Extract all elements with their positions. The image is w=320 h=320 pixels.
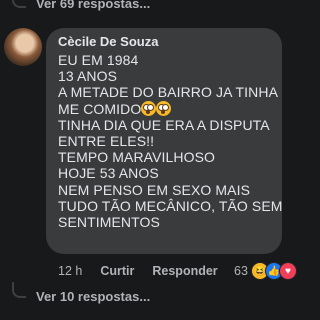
flushed-face-icon bbox=[156, 100, 172, 116]
comment-line: TEMPO MARAVILHOSO bbox=[58, 149, 216, 166]
reply-button[interactable]: Responder bbox=[152, 264, 217, 278]
view-replies-top-label[interactable]: Ver 69 respostas... bbox=[36, 0, 150, 11]
comment-line: ENTRE ELES!! bbox=[58, 133, 155, 150]
like-button[interactable]: Curtir bbox=[100, 264, 134, 278]
flushed-face-icon bbox=[141, 100, 157, 116]
thread-connector bbox=[12, 0, 26, 8]
comment-line: ME COMIDO bbox=[58, 100, 142, 117]
comment-text: EU EM 1984 13 ANOS A METADE DO BAIRRO JA… bbox=[58, 52, 283, 231]
comment-line: SENTIMENTOS bbox=[58, 214, 160, 231]
avatar[interactable] bbox=[4, 28, 42, 66]
comment-line-with-emoji: ME COMIDO bbox=[58, 100, 278, 117]
love-reaction-icon: ♥ bbox=[278, 262, 297, 280]
reaction-count: 63 bbox=[234, 264, 248, 278]
comment-line: HOJE 53 ANOS bbox=[58, 165, 159, 182]
comment-line: TINHA DIA QUE ERA A DISPUTA bbox=[58, 116, 270, 133]
comment-timestamp[interactable]: 12 h bbox=[58, 264, 82, 278]
comment-actions: 12 h Curtir Responder bbox=[58, 264, 236, 278]
reaction-summary[interactable]: 63 😆 👍 ♥ bbox=[234, 262, 297, 280]
comment-line: 13 ANOS bbox=[58, 68, 118, 85]
comment-line: NEM PENSO EM SEXO MAIS bbox=[58, 181, 251, 198]
thread-connector bbox=[12, 282, 26, 298]
comment-author[interactable]: Cècile De Souza bbox=[58, 34, 158, 49]
view-replies-bottom-label[interactable]: Ver 10 respostas... bbox=[36, 289, 150, 304]
comment-bubble: Cècile De Souza EU EM 1984 13 ANOS A MET… bbox=[46, 28, 282, 254]
comment-line: EU EM 1984 bbox=[58, 52, 139, 68]
comment-line: TUDO TÃO MECÂNICO, TÃO SEM bbox=[58, 197, 283, 214]
comment-line: A METADE DO BAIRRO JA TINHA bbox=[58, 84, 279, 101]
